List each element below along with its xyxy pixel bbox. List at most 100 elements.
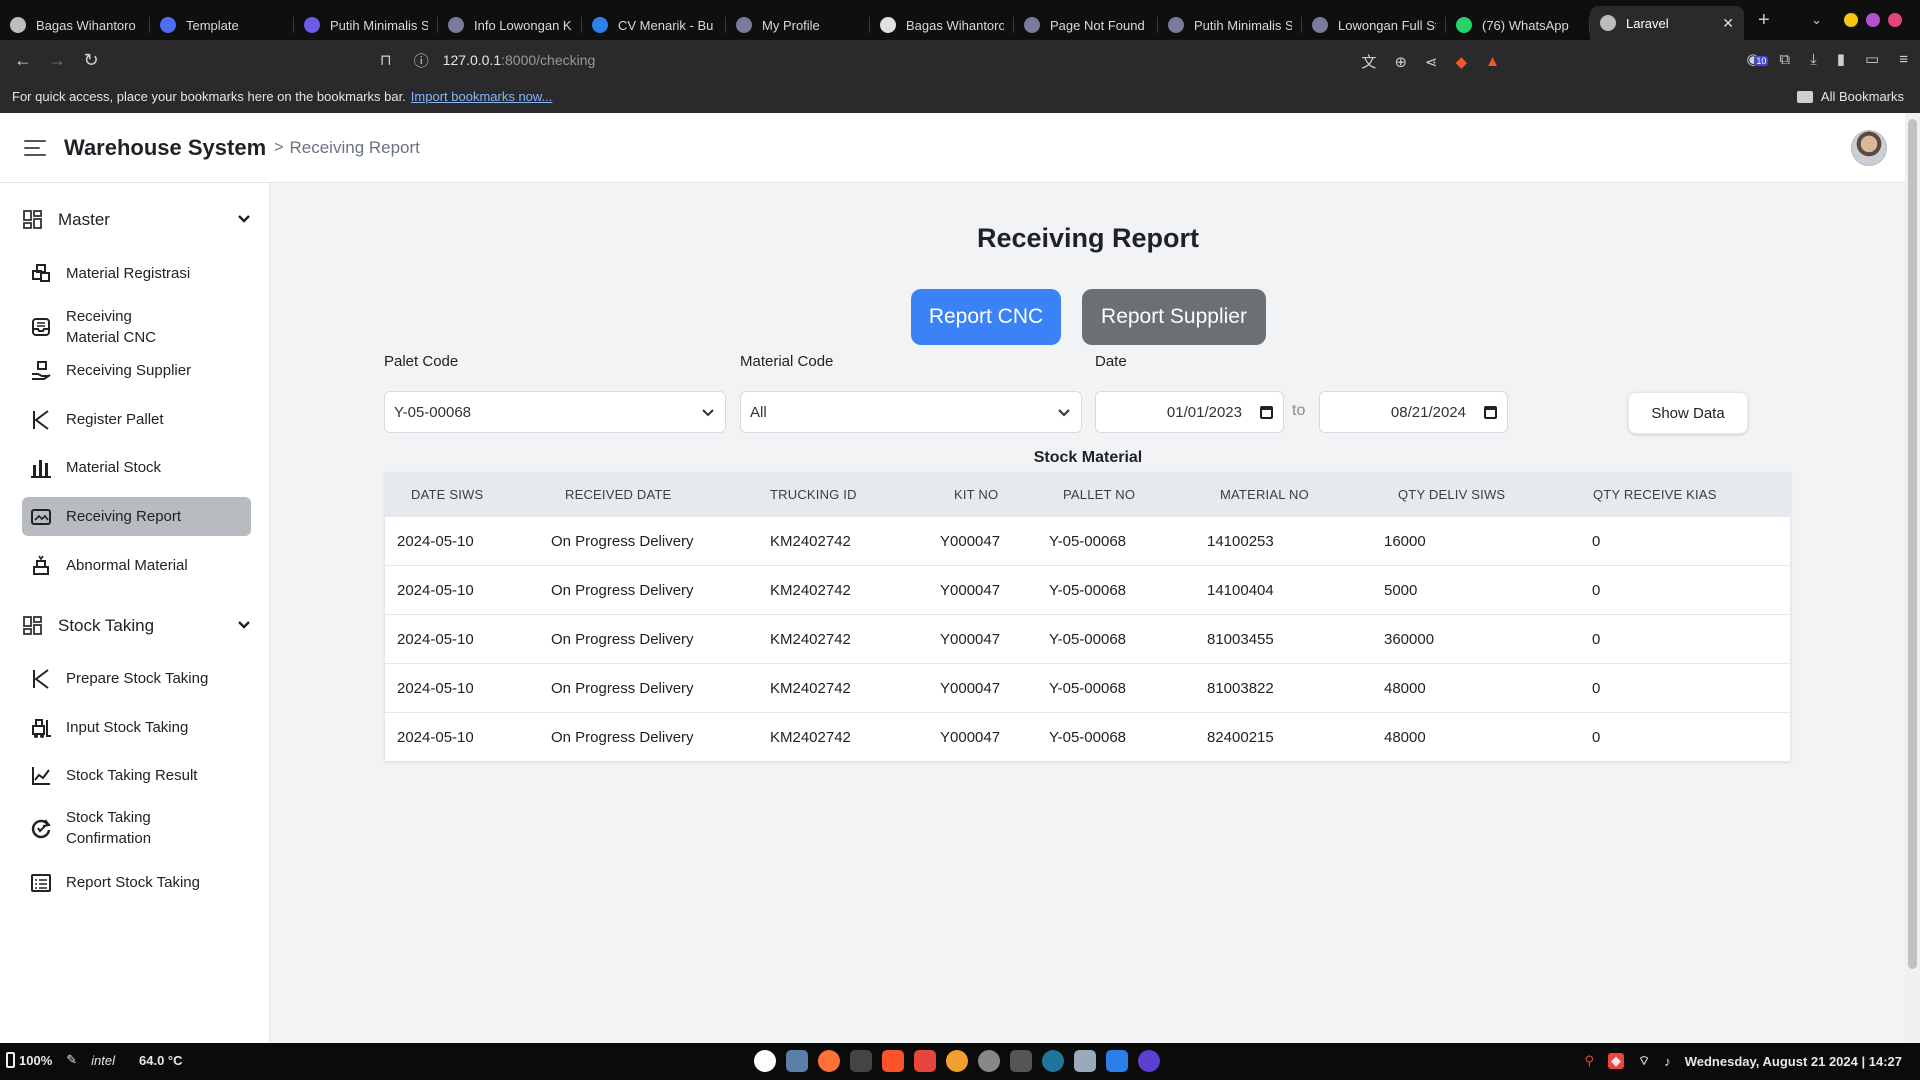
sidebar-section-stock-taking[interactable]: Stock Taking xyxy=(22,609,252,643)
files-icon[interactable] xyxy=(786,1050,808,1072)
report-cnc-button[interactable]: Report CNC xyxy=(911,289,1061,345)
translate-icon[interactable]: 文 xyxy=(1361,51,1376,72)
bookmark-icon[interactable]: ⊓ xyxy=(380,51,392,69)
browser-tab[interactable]: CV Menarik - Bu xyxy=(582,10,726,40)
app-title[interactable]: Warehouse System xyxy=(64,135,266,161)
browser-tab[interactable]: Bagas Wihantoro xyxy=(0,10,150,40)
column-header[interactable]: MATERIAL NO xyxy=(1220,487,1309,502)
sidebar-item-prepare-stock-taking[interactable]: Prepare Stock Taking xyxy=(22,659,251,698)
share-icon[interactable]: ⋖ xyxy=(1425,53,1438,71)
calendar-icon[interactable] xyxy=(1260,405,1273,419)
brave-shield-icon[interactable]: ◆ xyxy=(1456,53,1468,71)
firefox-icon[interactable] xyxy=(818,1050,840,1072)
palet-code-select[interactable]: Y-05-00068 xyxy=(384,391,726,433)
new-tab-button[interactable]: + xyxy=(1758,9,1770,32)
page-scrollbar[interactable] xyxy=(1905,113,1920,1043)
sidebar-item-report-stock-taking[interactable]: Report Stock Taking xyxy=(22,863,251,902)
column-header[interactable]: KIT NO xyxy=(954,487,998,502)
table-row[interactable]: 2024-05-10 On Progress Delivery KM2402742 Y… xyxy=(385,516,1790,565)
avatar[interactable] xyxy=(1851,130,1887,166)
monitor-app-icon[interactable] xyxy=(1010,1050,1032,1072)
sidebar-item-input-stock-taking[interactable]: Input Stock Taking xyxy=(22,708,251,747)
column-header[interactable]: TRUCKING ID xyxy=(770,487,857,502)
calendar-icon[interactable] xyxy=(1484,405,1497,419)
sidebar-item-receiving-report[interactable]: Receiving Report xyxy=(22,497,251,536)
sidebar-item-material-stock[interactable]: Material Stock xyxy=(22,448,251,487)
location-icon[interactable]: ⚲ xyxy=(1584,1053,1594,1069)
forward-icon[interactable]: → xyxy=(40,50,74,71)
browser-tab[interactable]: Putih Minimalis S xyxy=(294,10,438,40)
brave-icon[interactable] xyxy=(882,1050,904,1072)
scrollbar-thumb[interactable] xyxy=(1908,119,1917,969)
clock[interactable]: Wednesday, August 21 2024 | 14:27 xyxy=(1685,1054,1902,1069)
wordpress-icon[interactable] xyxy=(1042,1050,1064,1072)
browser-tab[interactable]: Putih Minimalis S xyxy=(1158,10,1302,40)
volume-icon[interactable]: ♪ xyxy=(1664,1054,1671,1069)
date-to-input[interactable]: 08/21/2024 xyxy=(1319,391,1508,433)
date-from-input[interactable]: 01/01/2023 xyxy=(1095,391,1284,433)
address-bar[interactable]: ⊓ ⓘ 127.0.0.1:8000/checking 文 ⊕ ⋖ ◆ ▲ xyxy=(380,44,1500,76)
dashboard-grid-icon xyxy=(22,209,44,231)
browser-tab[interactable]: Page Not Found xyxy=(1014,10,1158,40)
downloads-icon[interactable]: ⤓ xyxy=(1810,51,1817,68)
all-bookmarks-button[interactable]: All Bookmarks xyxy=(1796,89,1904,104)
chevron-down-icon[interactable] xyxy=(236,617,252,638)
url-text[interactable]: 127.0.0.1:8000/checking xyxy=(443,52,596,68)
sidebar-toggle-icon[interactable]: ▮ xyxy=(1837,50,1845,68)
menu-icon[interactable]: ≡ xyxy=(1899,51,1908,68)
terminal-icon[interactable] xyxy=(850,1050,872,1072)
table-row[interactable]: 2024-05-10 On Progress Delivery KM2402742 Y… xyxy=(385,712,1790,761)
settings-app-icon[interactable] xyxy=(978,1050,1000,1072)
tab-search-chevron-icon[interactable]: ⌄ xyxy=(1811,12,1822,28)
browser-tab[interactable]: Template xyxy=(150,10,294,40)
sidebar-item-abnormal-material[interactable]: Abnormal Material xyxy=(22,546,251,585)
site-info-icon[interactable]: ⓘ xyxy=(414,50,429,71)
wallet-icon[interactable]: ▭ xyxy=(1865,50,1879,68)
launcher-icon[interactable] xyxy=(754,1050,776,1072)
report-supplier-button[interactable]: Report Supplier xyxy=(1082,289,1266,345)
browser-tab[interactable]: Laravel ✕ xyxy=(1590,6,1744,40)
browser-tab[interactable]: Lowongan Full St xyxy=(1302,10,1446,40)
import-bookmarks-link[interactable]: Import bookmarks now... xyxy=(411,89,553,104)
app-icon[interactable] xyxy=(1138,1050,1160,1072)
table-row[interactable]: 2024-05-10 On Progress Delivery KM2402742 Y… xyxy=(385,614,1790,663)
browser-tab[interactable]: Info Lowongan K xyxy=(438,10,582,40)
table-row[interactable]: 2024-05-10 On Progress Delivery KM2402742 Y… xyxy=(385,565,1790,614)
extensions-icon[interactable]: ⧉ xyxy=(1779,51,1790,68)
browser-tab[interactable]: Bagas Wihantoro xyxy=(870,10,1014,40)
wifi-icon[interactable]: ⌔ xyxy=(1638,1053,1650,1069)
back-icon[interactable]: ← xyxy=(6,50,40,71)
extension-wallet-icon[interactable]: ◉ 10 xyxy=(1746,50,1769,68)
sidebar-item-stock-taking-result[interactable]: Stock Taking Result xyxy=(22,756,251,795)
sidebar-item-receiving-material-cnc[interactable]: Receiving Material CNC xyxy=(22,303,251,351)
show-data-button[interactable]: Show Data xyxy=(1628,392,1748,434)
browser-tab[interactable]: (76) WhatsApp xyxy=(1446,10,1590,40)
column-header[interactable]: PALLET NO xyxy=(1063,487,1135,502)
vscode-icon[interactable] xyxy=(1106,1050,1128,1072)
column-header[interactable]: QTY RECEIVE KIAS xyxy=(1593,487,1717,502)
table-row[interactable]: 2024-05-10 On Progress Delivery KM2402742 Y… xyxy=(385,663,1790,712)
box-app-icon[interactable] xyxy=(1074,1050,1096,1072)
browser-tab[interactable]: My Profile xyxy=(726,10,870,40)
sidebar-section-master[interactable]: Master xyxy=(22,203,252,237)
maximize-button[interactable] xyxy=(1866,13,1880,27)
anydesk-tray-icon[interactable]: ◆ xyxy=(1607,1053,1624,1069)
column-header[interactable]: QTY DELIV SIWS xyxy=(1398,487,1505,502)
paw-app-icon[interactable] xyxy=(946,1050,968,1072)
hamburger-menu-icon[interactable] xyxy=(24,139,46,156)
close-window-button[interactable] xyxy=(1888,13,1902,27)
zoom-icon[interactable]: ⊕ xyxy=(1394,53,1407,71)
sidebar-item-material-registrasi[interactable]: Material Registrasi xyxy=(22,254,251,293)
chevron-down-icon[interactable] xyxy=(236,211,252,232)
sidebar-item-receiving-supplier[interactable]: Receiving Supplier xyxy=(22,351,251,390)
anydesk-icon[interactable] xyxy=(914,1050,936,1072)
column-header[interactable]: RECEIVED DATE xyxy=(565,487,671,502)
reload-icon[interactable]: ↻ xyxy=(74,50,108,71)
column-header[interactable]: DATE SIWS xyxy=(411,487,483,502)
brave-rewards-icon[interactable]: ▲ xyxy=(1485,53,1500,70)
close-tab-icon[interactable]: ✕ xyxy=(1722,15,1734,32)
minimize-button[interactable] xyxy=(1844,13,1858,27)
sidebar-item-register-pallet[interactable]: Register Pallet xyxy=(22,400,251,439)
sidebar-item-stock-taking-confirmation[interactable]: Stock Taking Confirmation xyxy=(22,804,251,852)
material-code-select[interactable]: All xyxy=(740,391,1082,433)
